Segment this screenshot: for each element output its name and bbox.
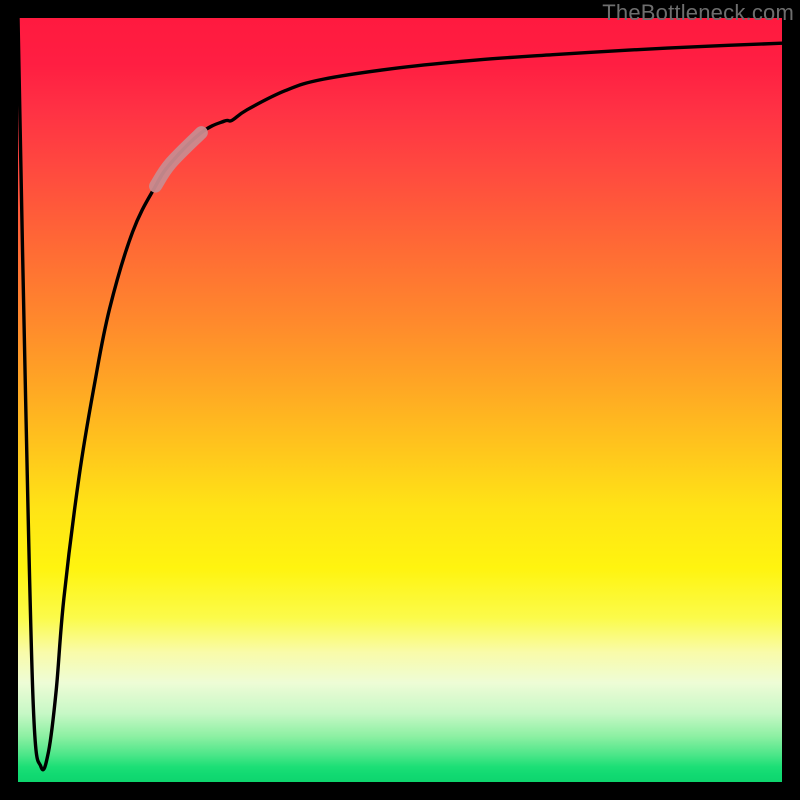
chart-stage: TheBottleneck.com: [0, 0, 800, 800]
plot-area: [18, 18, 782, 782]
attribution-text: TheBottleneck.com: [602, 0, 794, 26]
curve-highlight: [156, 133, 202, 186]
curve-path: [18, 18, 782, 770]
curve-layer: [18, 18, 782, 782]
bottleneck-curve: [18, 18, 782, 770]
